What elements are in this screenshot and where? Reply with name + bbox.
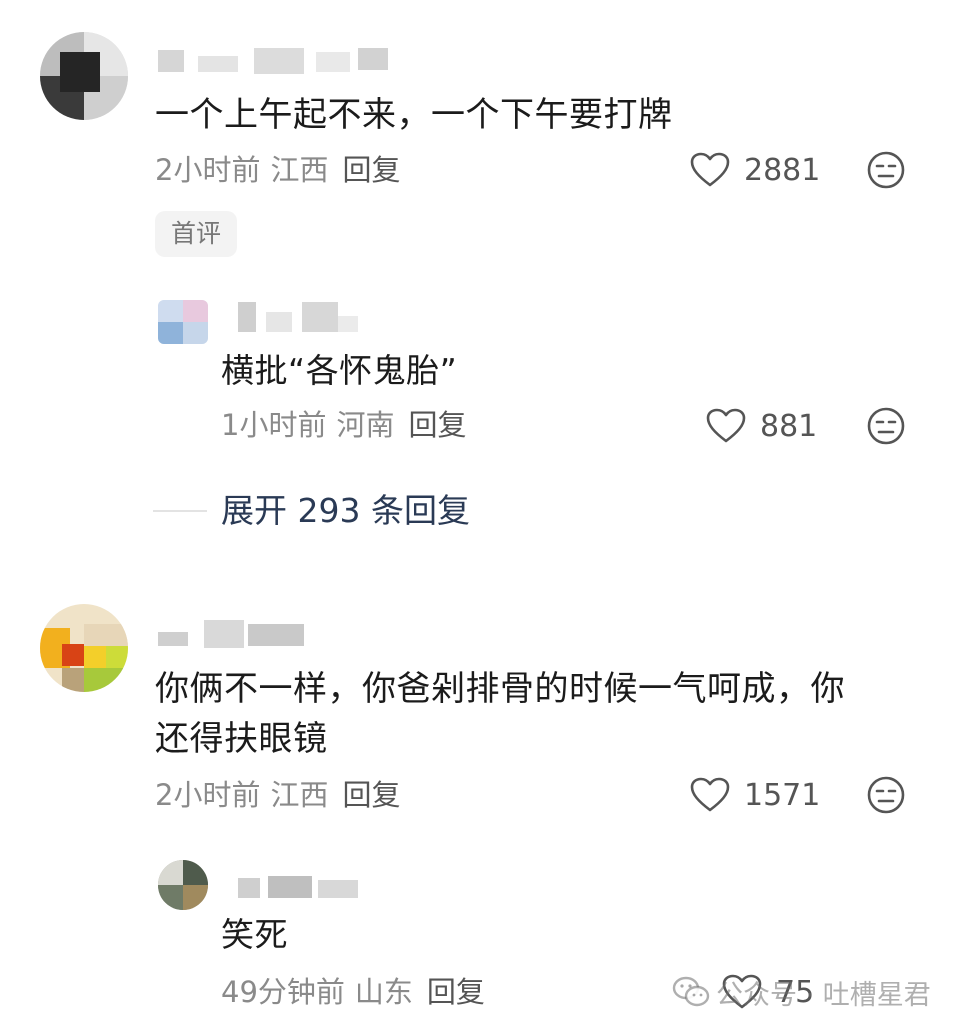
comment-meta: 2小时前 江西 回复 [155,152,410,188]
comment-text: 你俩不一样，你爸剁排骨的时候一气呵成，你 [155,669,845,709]
reply-location: 山东 [354,975,413,1009]
like-count: 881 [760,408,818,444]
reply-button[interactable]: 回复 [408,408,466,442]
wechat-icon [672,976,710,1007]
heart-outline-icon [706,408,746,443]
neutral-face-icon[interactable] [866,775,906,815]
username-blurred[interactable] [158,620,308,650]
reply-text: 横批“各怀鬼胎” [221,351,458,390]
username-blurred[interactable] [158,46,388,76]
expand-divider [153,510,207,512]
avatar[interactable] [40,32,128,120]
heart-outline-icon [690,152,730,187]
watermark: 公众号 · 吐槽星君 [672,970,931,1014]
username-blurred[interactable] [238,872,368,902]
avatar[interactable] [158,300,208,344]
comment-meta: 2小时前 江西 回复 [155,777,410,813]
comment-text-continued: 还得扶眼镜 [155,719,328,759]
expand-replies-button[interactable]: 展开 293 条回复 [221,489,470,533]
like-button[interactable]: 1571 [690,775,820,815]
reply-button[interactable]: 回复 [342,153,400,187]
heart-outline-icon [690,777,730,812]
first-comment-badge: 首评 [155,211,238,257]
like-button[interactable]: 2881 [690,150,820,190]
reply-text: 笑死 [221,915,288,954]
reply-button[interactable]: 回复 [427,975,485,1009]
reply-location: 河南 [336,408,395,442]
username-blurred[interactable] [238,302,358,332]
comment-time: 2小时前 [155,778,261,812]
watermark-text: 公众号 · 吐槽星君 [716,979,931,1011]
avatar[interactable] [158,860,208,910]
comment-location: 江西 [270,153,329,187]
reply-time: 1小时前 [221,408,327,442]
reply-button[interactable]: 回复 [342,778,400,812]
like-count: 1571 [744,777,821,813]
like-count: 2881 [744,152,821,188]
neutral-face-icon[interactable] [866,150,906,190]
reply-meta: 1小时前 河南 回复 [221,407,476,443]
comment-time: 2小时前 [155,153,261,187]
like-button[interactable]: 881 [706,406,817,446]
reply-meta: 49分钟前 山东 回复 [221,974,495,1010]
reply-time: 49分钟前 [221,975,345,1009]
comment-location: 江西 [270,778,329,812]
neutral-face-icon[interactable] [866,406,906,446]
comment-text: 一个上午起不来，一个下午要打牌 [155,95,673,135]
avatar[interactable] [40,604,128,692]
